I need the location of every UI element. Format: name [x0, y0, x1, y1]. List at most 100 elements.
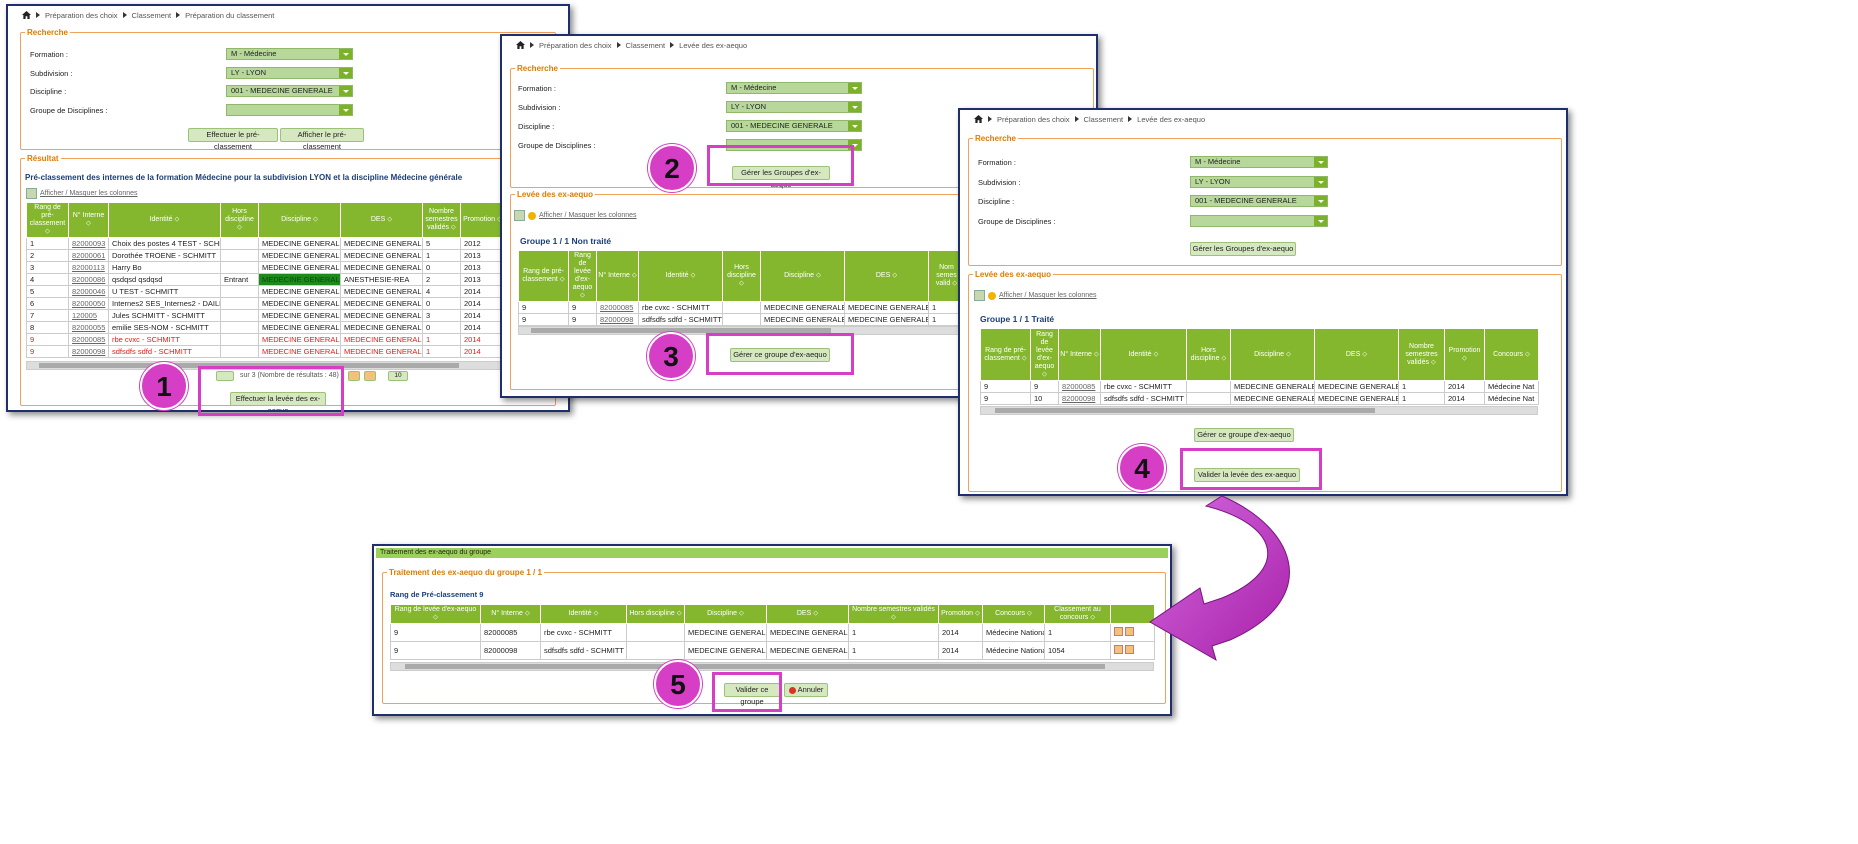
column-header[interactable]: N° Interne ⬦	[68, 202, 109, 238]
crumb-item[interactable]: Préparation des choix	[539, 41, 612, 50]
column-header[interactable]: Promotion ⬦	[1444, 328, 1485, 381]
table-cell[interactable]: 82000098	[68, 345, 109, 358]
formation-select[interactable]: M - Médecine	[226, 48, 353, 60]
column-header[interactable]: Classement au concours ⬦	[1044, 604, 1111, 624]
annuler-button[interactable]: Annuler	[784, 683, 828, 697]
columns-icon[interactable]	[514, 210, 525, 221]
columns-icon[interactable]	[26, 188, 37, 199]
discipline-select[interactable]: 001 - MEDECINE GENERALE	[226, 85, 353, 97]
column-header[interactable]: DES ⬦	[1314, 328, 1399, 381]
table-cell[interactable]: 120005	[68, 309, 109, 322]
gerer-groupe-button[interactable]: Gérer ce groupe d'ex-aequo	[1194, 428, 1294, 442]
crumb-item[interactable]: Préparation des choix	[45, 11, 118, 20]
column-header[interactable]: DES ⬦	[340, 202, 423, 238]
interne-link[interactable]: 82000061	[72, 251, 105, 260]
subdivision-select[interactable]: LY - LYON	[726, 101, 862, 113]
column-header[interactable]: Discipline ⬦	[1230, 328, 1315, 381]
table-cell[interactable]: 82000093	[68, 237, 109, 250]
column-header[interactable]: Promotion ⬦	[460, 202, 505, 238]
home-icon[interactable]	[516, 41, 525, 49]
table-row[interactable]: 9 9 82000098 sdfsdfs sdfd - SCHMITT MEDECINE…	[518, 313, 965, 326]
column-header[interactable]: Rang de pré-classement ⬦	[518, 250, 569, 302]
column-header[interactable]: Nombre semestres validés ⬦	[848, 604, 939, 624]
column-header[interactable]: Nombre semestres validés ⬦	[422, 202, 461, 238]
column-toggle-link[interactable]: Afficher / Masquer les colonnes	[999, 292, 1097, 299]
table-row[interactable]: 182000093Choix des postes 4 TEST - SCHMI…	[26, 237, 505, 250]
table-row[interactable]: 8 82000055 emilie SES-NOM - SCHMITT MEDECIN…	[26, 321, 505, 334]
interne-link[interactable]: 82000085	[1062, 382, 1095, 391]
formation-select[interactable]: M - Médecine	[1190, 156, 1328, 168]
column-header[interactable]: Identité ⬦	[638, 250, 723, 302]
table-row[interactable]: 9 9 82000085 rbe cvxc - SCHMITT MEDECINE GEN…	[518, 301, 965, 314]
page-size-select[interactable]: 10	[388, 371, 408, 381]
crumb-item[interactable]: Préparation des choix	[997, 115, 1070, 124]
table-row[interactable]: 4 82000086 qsdqsd qsdqsd Entrant MEDECINE GE…	[26, 273, 505, 286]
table-cell[interactable]: 82000085	[596, 301, 639, 314]
table-cell[interactable]: 82000055	[68, 321, 109, 334]
groupe-select[interactable]	[226, 104, 353, 116]
column-header[interactable]: Identité ⬦	[1100, 328, 1187, 381]
subdivision-select[interactable]: LY - LYON	[1190, 176, 1328, 188]
effectuer-preclassement-button[interactable]: Effectuer le pré-classement	[188, 128, 278, 151]
table-row[interactable]: 9 82000098 sdfsdfs sdfd - SCHMITT MEDECINE …	[26, 345, 505, 358]
interne-link[interactable]: 82000050	[72, 299, 105, 308]
chevron-down-icon[interactable]	[1314, 157, 1327, 167]
column-header[interactable]: Rang de levée d'ex-aequo ⬦	[568, 250, 597, 302]
chevron-down-icon[interactable]	[848, 121, 861, 131]
formation-select[interactable]: M - Médecine	[726, 82, 862, 94]
next-page-icon[interactable]	[348, 371, 360, 381]
crumb-item[interactable]: Classement	[626, 41, 666, 50]
column-header[interactable]: Hors discipline ⬦	[722, 250, 761, 302]
chevron-down-icon[interactable]	[848, 83, 861, 93]
column-header[interactable]: Discipline ⬦	[684, 604, 767, 624]
crumb-item[interactable]: Classement	[132, 11, 172, 20]
table-cell[interactable]: 82000061	[68, 249, 109, 262]
horizontal-scrollbar[interactable]	[980, 406, 1538, 415]
column-toggle-link[interactable]: Afficher / Masquer les colonnes	[40, 190, 138, 197]
interne-link[interactable]: 82000093	[72, 239, 105, 248]
column-toggle[interactable]: Afficher / Masquer les colonnes	[26, 188, 138, 199]
column-header[interactable]: Discipline ⬦	[760, 250, 845, 302]
column-header[interactable]: Rang de pré-classement ⬦	[26, 202, 69, 238]
chevron-down-icon[interactable]	[339, 105, 352, 115]
interne-link[interactable]: 82000098	[600, 315, 633, 324]
table-cell[interactable]: 82000046	[68, 285, 109, 298]
move-up-icon[interactable]	[1114, 627, 1123, 636]
table-row[interactable]: 2 82000061 Dorothée TROENE - SCHMITT MEDECI…	[26, 249, 505, 262]
discipline-select[interactable]: 001 - MEDECINE GENERALE	[726, 120, 862, 132]
interne-link[interactable]: 82000113	[72, 263, 105, 272]
interne-link[interactable]: 82000085	[600, 303, 633, 312]
move-up-icon[interactable]	[1114, 645, 1123, 654]
move-down-icon[interactable]	[1125, 645, 1134, 654]
column-header[interactable]: Rang de levée d'ex-aequo ⬦	[1030, 328, 1059, 381]
table-row[interactable]: 9 82000098 sdfsdfs sdfd - SCHMITT MEDECINE …	[390, 641, 1155, 660]
column-header[interactable]: Identité ⬦	[540, 604, 627, 624]
column-header[interactable]: Hors discipline ⬦	[626, 604, 685, 624]
table-row[interactable]: 9 10 82000098 sdfsdfs sdfd - SCHMITT MEDECIN…	[980, 392, 1539, 405]
horizontal-scrollbar[interactable]	[390, 662, 1154, 671]
table-row[interactable]: 9 82000085 rbe cvxc - SCHMITT MEDECINE GENE…	[390, 623, 1155, 642]
table-cell[interactable]: 82000086	[68, 273, 109, 286]
table-cell[interactable]: 82000085	[1058, 380, 1101, 393]
column-header[interactable]: Promotion ⬦	[938, 604, 983, 624]
column-header[interactable]: DES ⬦	[844, 250, 929, 302]
home-icon[interactable]	[22, 11, 31, 19]
chevron-down-icon[interactable]	[339, 49, 352, 59]
interne-link[interactable]: 82000046	[72, 287, 105, 296]
interne-link[interactable]: 82000098	[72, 347, 105, 356]
column-header[interactable]: Identité ⬦	[108, 202, 221, 238]
interne-link[interactable]: 82000085	[72, 335, 105, 344]
chevron-down-icon[interactable]	[339, 86, 352, 96]
table-row[interactable]: 682000050Internes2 SES_Internes2 - DAILL…	[26, 297, 505, 310]
chevron-down-icon[interactable]	[339, 68, 352, 78]
table-row[interactable]: 7 120005 Jules SCHMITT - SCHMITT MEDECINE G…	[26, 309, 505, 322]
table-cell[interactable]: 82000113	[68, 261, 109, 274]
chevron-down-icon[interactable]	[1314, 177, 1327, 187]
interne-link[interactable]: 82000098	[1062, 394, 1095, 403]
table-cell[interactable]: 82000098	[596, 313, 639, 326]
chevron-down-icon[interactable]	[1314, 196, 1327, 206]
table-row[interactable]: 9 9 82000085 rbe cvxc - SCHMITT MEDECINE GEN…	[980, 380, 1539, 393]
column-header[interactable]: Rang de pré-classement ⬦	[980, 328, 1031, 381]
column-header[interactable]: Concours ⬦	[1484, 328, 1539, 381]
column-header[interactable]: Hors discipline ⬦	[1186, 328, 1231, 381]
